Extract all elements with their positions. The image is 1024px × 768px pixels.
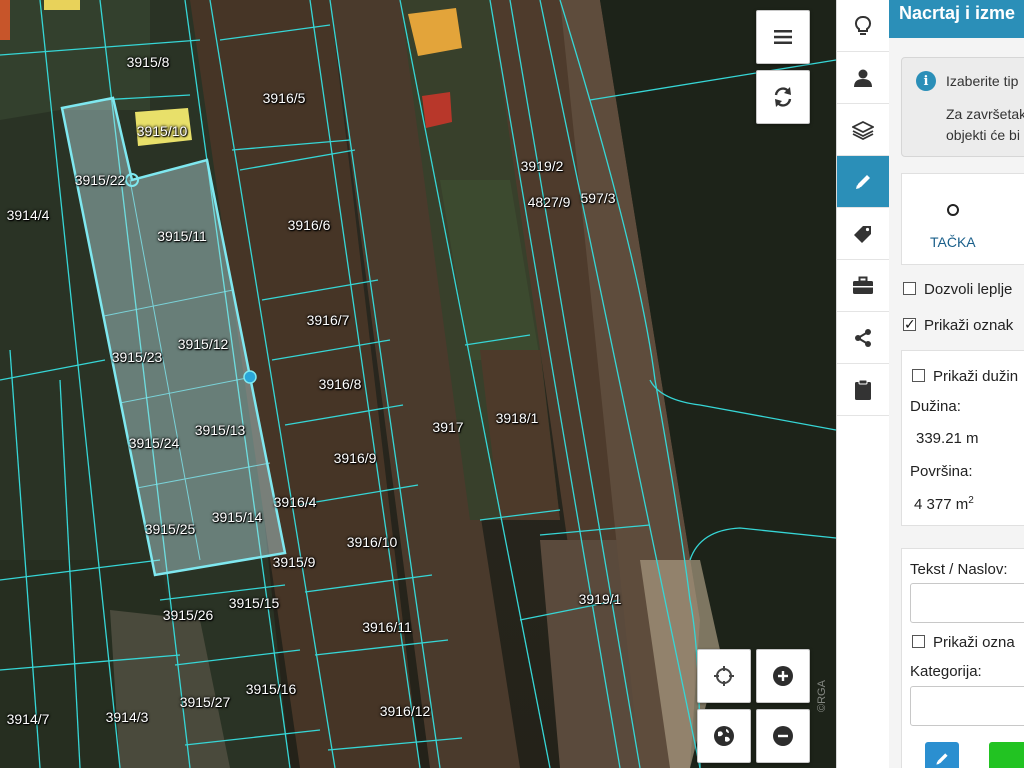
label-form: Tekst / Naslov: Prikaži ozna Kategorija: (901, 548, 1024, 768)
tool-point-label: TAČKA (930, 234, 976, 250)
rail-item-draw[interactable] (837, 156, 889, 208)
pencil-icon (936, 753, 948, 765)
checkbox-unchecked-icon (912, 368, 925, 382)
text-title-input[interactable] (910, 583, 1024, 623)
point-icon (947, 204, 959, 216)
rail-item-layers[interactable] (837, 104, 889, 156)
rail-item-tags[interactable] (837, 208, 889, 260)
geometry-type-selector: TAČKA (901, 173, 1024, 265)
measurement-box: Prikaži dužin Dužina: 339.21 m Površina:… (901, 350, 1024, 526)
allow-snap-checkbox[interactable]: Dozvoli leplje (903, 281, 1012, 298)
refresh-button[interactable] (756, 70, 810, 124)
info-line-1: Izaberite tip (946, 73, 1019, 89)
checkbox-checked-icon: ✓ (903, 315, 916, 332)
info-box: i Izaberite tip Za završetak objekti će … (901, 57, 1024, 157)
minus-icon (773, 726, 793, 746)
length-label: Dužina: (910, 398, 961, 415)
lightbulb-icon (854, 15, 872, 35)
zoom-in-button[interactable] (756, 649, 810, 703)
crosshair-icon (714, 666, 734, 686)
rail-item-share[interactable] (837, 312, 889, 364)
draw-panel: Nacrtaj i izme i Izaberite tip Za završe… (889, 0, 1024, 768)
rail-item-tips[interactable] (837, 0, 889, 52)
user-icon (854, 69, 872, 87)
share-icon (855, 328, 871, 347)
category-label: Kategorija: (910, 663, 982, 680)
globe-button[interactable] (697, 709, 751, 763)
checkbox-unchecked-icon (912, 634, 925, 648)
map-view[interactable]: 3915/8 3915/10 3915/22 3914/4 3915/11 3915/12… (0, 0, 836, 768)
length-value: 339.21 m (916, 430, 979, 447)
show-lengths-checkbox[interactable]: Prikaži dužin (912, 368, 1018, 385)
rail-item-tools[interactable] (837, 260, 889, 312)
info-line-2: Za završetak (946, 106, 1024, 122)
refresh-icon (774, 87, 792, 107)
allow-snap-label: Dozvoli leplje (924, 281, 1013, 298)
rail-item-user[interactable] (837, 52, 889, 104)
area-unit-superscript: 2 (968, 495, 974, 506)
menu-button[interactable] (756, 10, 810, 64)
edit-button[interactable] (925, 742, 959, 768)
tool-point-button[interactable]: TAČKA (902, 174, 1002, 264)
pencil-icon (856, 174, 870, 189)
show-labels-checkbox[interactable]: ✓ Prikaži oznak (903, 317, 1013, 334)
area-value: 4 377 m2 (914, 495, 974, 513)
area-label: Površina: (910, 463, 973, 480)
locate-button[interactable] (697, 649, 751, 703)
show-label-label: Prikaži ozna (933, 634, 1015, 651)
confirm-button[interactable] (989, 742, 1024, 768)
area-number: 4 377 m (914, 496, 969, 513)
panel-title: Nacrtaj i izme (889, 0, 1024, 38)
layers-icon (852, 120, 874, 140)
tag-icon (854, 225, 871, 243)
show-lengths-label: Prikaži dužin (933, 368, 1019, 385)
plus-icon (773, 666, 793, 686)
info-icon: i (916, 71, 936, 91)
clipboard-icon (855, 379, 871, 400)
globe-icon (714, 726, 734, 746)
map-attribution: ©RGA (816, 680, 828, 712)
checkbox-unchecked-icon (903, 281, 916, 295)
tool-rail (836, 0, 890, 768)
zoom-out-button[interactable] (756, 709, 810, 763)
category-select[interactable] (910, 686, 1024, 726)
rail-item-clipboard[interactable] (837, 364, 889, 416)
briefcase-icon (853, 276, 873, 294)
info-line-3: objekti će bi (946, 127, 1020, 143)
text-title-label: Tekst / Naslov: (910, 561, 1008, 578)
menu-icon (774, 30, 792, 44)
show-labels-label: Prikaži oznak (924, 317, 1014, 334)
show-label-checkbox[interactable]: Prikaži ozna (912, 634, 1015, 651)
